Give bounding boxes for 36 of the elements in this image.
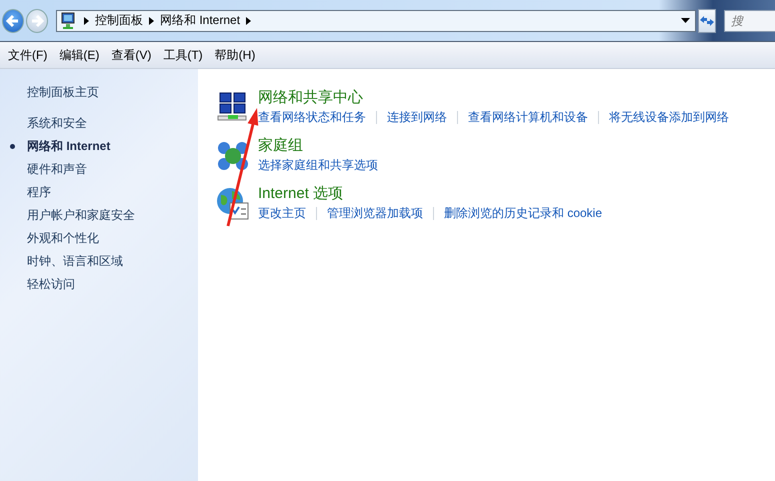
sidebar-link[interactable]: 网络和 Internet xyxy=(27,138,110,155)
address-bar[interactable]: 控制面板 网络和 Internet xyxy=(56,10,696,32)
dropdown-icon[interactable] xyxy=(681,18,690,23)
menu-item[interactable]: 工具(T) xyxy=(157,46,209,64)
task-link[interactable]: 删除浏览的历史记录和 cookie xyxy=(444,204,602,222)
sidebar-link[interactable]: 硬件和声音 xyxy=(27,161,87,178)
refresh-icon xyxy=(699,14,715,28)
task-link[interactable]: 查看网络计算机和设备 xyxy=(468,108,588,126)
menu-item[interactable]: 编辑(E) xyxy=(53,46,106,64)
task-link[interactable]: 连接到网络 xyxy=(387,108,447,126)
task-link[interactable]: 更改主页 xyxy=(258,204,306,222)
sidebar-link[interactable]: 轻松访问 xyxy=(27,276,75,293)
section-heading-link[interactable]: 家庭组 xyxy=(258,136,303,156)
chevron-icon[interactable] xyxy=(149,16,154,24)
section-heading-link[interactable]: 网络和共享中心 xyxy=(258,88,363,108)
search-field[interactable]: 搜 xyxy=(724,10,775,32)
chevron-icon[interactable] xyxy=(246,16,252,24)
chevron-icon[interactable] xyxy=(84,16,89,24)
back-button[interactable] xyxy=(2,8,24,32)
menu-item[interactable]: 查看(V) xyxy=(105,46,158,64)
breadcrumb[interactable]: 控制面板 xyxy=(95,12,143,29)
sidebar-link[interactable]: 控制面板主页 xyxy=(27,83,99,101)
section-heading-link[interactable]: Internet 选项 xyxy=(258,184,344,204)
task-link[interactable]: 管理浏览器加载项 xyxy=(327,204,423,222)
sidebar-link[interactable]: 外观和个性化 xyxy=(27,230,99,247)
breadcrumb[interactable]: 网络和 Internet xyxy=(160,12,240,29)
task-link[interactable]: 将无线设备添加到网络 xyxy=(609,108,729,126)
sidebar-link[interactable]: 系统和安全 xyxy=(27,115,87,132)
sidebar-link[interactable]: 用户帐户和家庭安全 xyxy=(27,207,135,224)
task-link[interactable]: 查看网络状态和任务 xyxy=(258,108,366,126)
menu-item[interactable]: 文件(F) xyxy=(2,46,54,64)
menu-item[interactable]: 帮助(H) xyxy=(208,46,262,64)
sidebar-link[interactable]: 程序 xyxy=(27,184,51,201)
sidebar-link[interactable]: 时钟、语言和区域 xyxy=(27,253,123,270)
task-link[interactable]: 选择家庭组和共享选项 xyxy=(258,156,378,174)
refresh-button[interactable] xyxy=(698,8,716,32)
